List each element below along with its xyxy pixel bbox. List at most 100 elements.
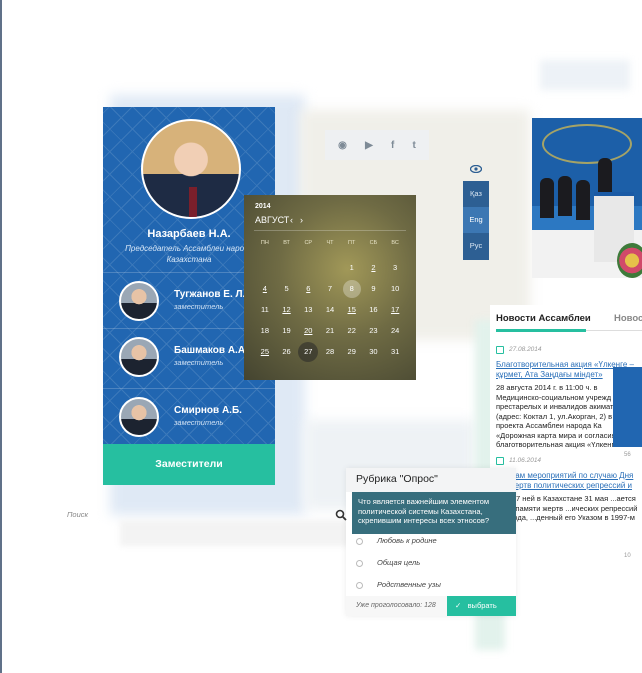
calendar-day[interactable]: 12 [276,299,298,320]
next-month-icon[interactable]: › [300,215,303,225]
poll-option-label: Любовь к родине [377,536,437,545]
calendar-day[interactable]: 9 [363,278,385,299]
calendar-empty-cell [276,257,298,278]
calendar-day[interactable]: 15 [341,299,363,320]
calendar-icon [496,457,504,465]
social-links: ◉ ▶ f t [325,130,429,160]
calendar-day[interactable]: 23 [363,320,385,341]
calendar-day[interactable]: 1 [341,257,363,278]
lang-rus[interactable]: Рус [463,233,489,259]
calendar-day[interactable]: 26 [276,341,298,362]
lang-eng[interactable]: Eng [463,207,489,233]
poll-submit-label: выбрать [467,601,497,610]
calendar-day[interactable]: 14 [319,299,341,320]
deputy-photo [119,397,159,437]
tab-news[interactable]: Новос [614,313,642,324]
calendar-empty-cell [319,257,341,278]
poll-option-label: Общая цель [377,558,421,567]
radio-icon[interactable] [356,581,363,589]
chairman-photo[interactable] [141,119,241,219]
calendar-day[interactable]: 16 [363,299,385,320]
blurred-background [540,60,630,90]
calendar-empty-cell [254,257,276,278]
views-count: 56 [624,452,631,458]
calendar-day[interactable]: 30 [363,341,385,362]
deputy-name: Тугжанов Е. Л. [174,289,246,300]
poll-submit-button[interactable]: ✓ выбрать [447,596,516,616]
calendar-weekdays: ПН ВТ СР ЧТ ПТ СБ ВС [254,240,406,246]
weekday-label: СР [304,240,313,246]
weekday-label: ВТ [283,240,290,246]
poll-option[interactable]: Любовь к родине [356,536,437,545]
lang-kaz[interactable]: Қаз [463,181,489,207]
deputies-button[interactable]: Заместители [103,444,275,485]
tab-active-indicator [496,329,586,332]
eye-icon[interactable] [470,165,482,173]
checkmark-icon: ✓ [455,601,462,610]
calendar-day[interactable]: 21 [319,320,341,341]
calendar-day[interactable]: 28 [319,341,341,362]
calendar-day[interactable]: 4 [254,278,276,299]
calendar-empty-cell [297,257,319,278]
search-input[interactable]: Поиск [67,510,88,519]
deputy-name: Смирнов А.Б. [174,405,242,416]
poll-title: Рубрика "Опрос" [346,468,516,492]
calendar-day[interactable]: 27 [297,341,319,362]
news-text: ...ке 17 ней в Казахстане 31 мая ...аетс… [496,494,638,532]
chairman-role: Председатель Ассамблеи народа Казахстана [125,244,253,264]
language-switcher: Қаз Eng Рус [463,181,489,260]
news-photo[interactable] [532,118,642,278]
calendar-day[interactable]: 17 [384,299,406,320]
calendar-day[interactable]: 25 [254,341,276,362]
calendar-day[interactable]: 22 [341,320,363,341]
news-date: 27.08.2014 [509,346,542,353]
prev-month-icon[interactable]: ‹ [290,215,293,225]
calendar-day[interactable]: 31 [384,341,406,362]
poll-footer: Уже проголосовало: 128 ✓ выбрать [346,596,516,616]
calendar-day[interactable]: 10 [384,278,406,299]
poll-question: Что является важнейшим элементом политич… [352,492,516,534]
search-icon[interactable] [335,509,347,521]
poll-vote-count: Уже проголосовало: 128 [356,602,436,609]
news-title-link[interactable]: ...никам мероприятий по случаю Дня ...и … [496,471,642,491]
calendar-day[interactable]: 8 [341,278,363,299]
calendar-day[interactable]: 19 [276,320,298,341]
deputy-name: Башмаков А.А. [174,345,248,356]
page-edge-line [0,0,2,673]
deputy-role: заместитель [174,302,224,311]
radio-icon[interactable] [356,537,363,545]
calendar-day[interactable]: 29 [341,341,363,362]
calendar-day[interactable]: 18 [254,320,276,341]
calendar-day[interactable]: 13 [297,299,319,320]
radio-icon[interactable] [356,559,363,567]
twitter-icon[interactable]: t [413,140,416,151]
calendar-day[interactable]: 11 [254,299,276,320]
calendar-day[interactable]: 24 [384,320,406,341]
poll-option-label: Родственные узы [377,580,441,589]
calendar-day[interactable]: 2 [363,257,385,278]
news-date: 11.06.2014 [509,457,542,464]
calendar-day[interactable]: 3 [384,257,406,278]
views-count: 10 [624,553,631,559]
calendar-day[interactable]: 20 [297,320,319,341]
weekday-label: ПН [260,240,269,246]
tab-assembly-news[interactable]: Новости Ассамблеи [496,313,591,324]
deputy-role: заместитель [174,358,224,367]
deputy-photo [119,337,159,377]
facebook-icon[interactable]: f [391,140,394,151]
deputy-role: заместитель [174,418,224,427]
events-calendar: 2014 АВГУСТ ‹ › ПН ВТ СР ЧТ ПТ СБ ВС 123… [244,195,416,380]
rss-icon[interactable]: ◉ [338,140,347,151]
calendar-day[interactable]: 7 [319,278,341,299]
calendar-month: АВГУСТ [255,215,290,225]
deputy-item[interactable]: Смирнов А.Б. заместитель [103,388,275,438]
weekday-label: СБ [369,240,378,246]
calendar-icon [496,346,504,354]
calendar-day[interactable]: 5 [276,278,298,299]
calendar-day[interactable]: 6 [297,278,319,299]
poll-option[interactable]: Родственные узы [356,580,441,589]
youtube-icon[interactable]: ▶ [365,140,373,151]
news-side-block [613,367,642,447]
weekday-label: ЧТ [326,240,334,246]
poll-option[interactable]: Общая цель [356,558,420,567]
